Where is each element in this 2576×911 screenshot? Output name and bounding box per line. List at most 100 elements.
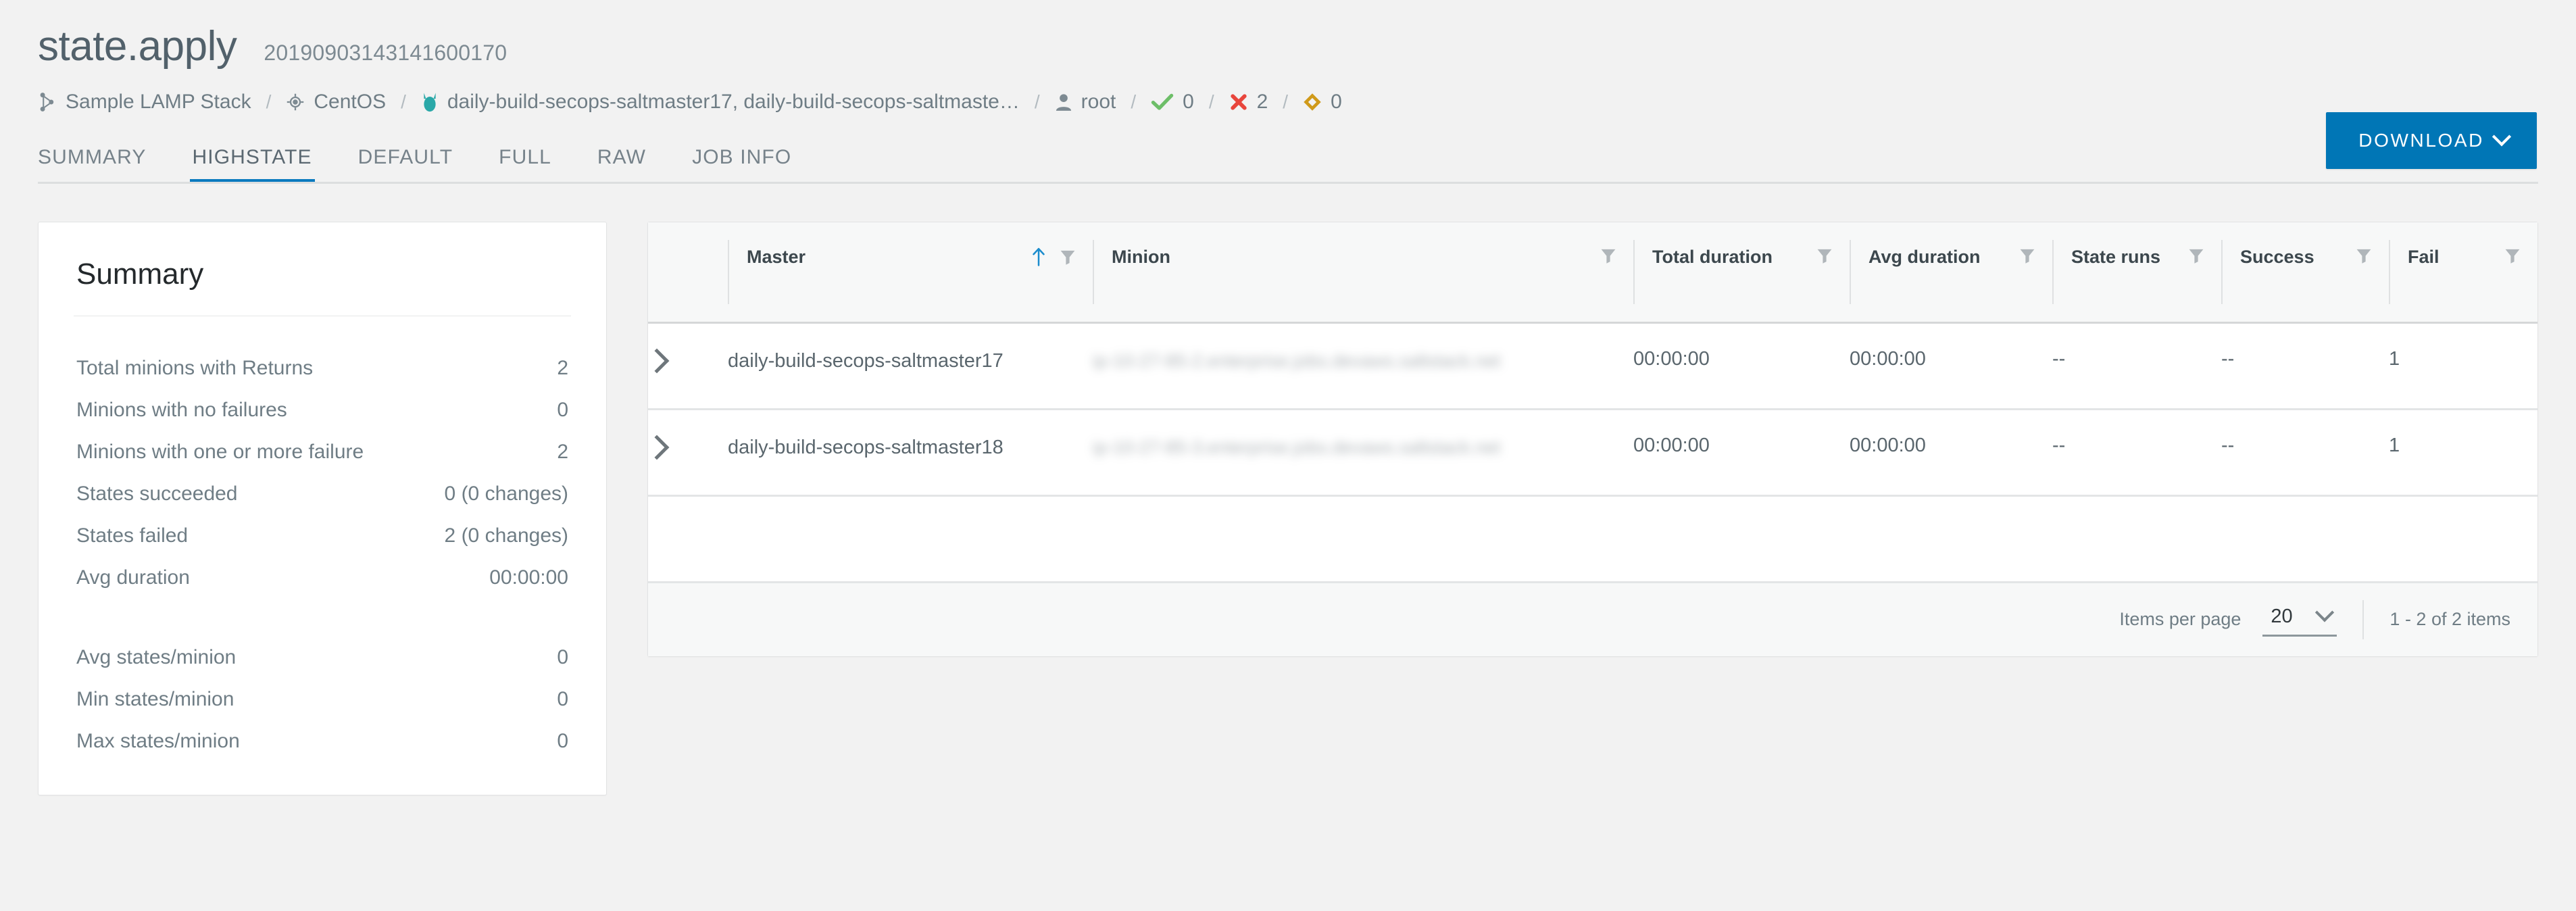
table-footer: Items per page 20 1 - 2 of 2 items xyxy=(648,583,2537,656)
content-area: Summary Total minions with Returns 2 Min… xyxy=(0,184,2576,795)
chevron-down-icon xyxy=(2315,603,2335,622)
column-header-success-label: Success xyxy=(2240,247,2314,267)
breadcrumb-separator: / xyxy=(1034,91,1040,112)
unchanged-count: 0 xyxy=(1331,91,1342,113)
column-header-total-duration-label: Total duration xyxy=(1652,247,1773,267)
filter-icon[interactable] xyxy=(1816,247,1833,269)
filter-icon[interactable] xyxy=(1059,248,1076,270)
target-icon xyxy=(286,93,305,112)
column-header-master[interactable]: Master xyxy=(728,222,1093,324)
page-title: state.apply xyxy=(38,23,237,70)
summary-row: Min states/minion 0 xyxy=(76,679,568,720)
breadcrumb-item-success: 0 xyxy=(1151,91,1194,114)
breadcrumb: Sample LAMP Stack / CentOS / daily-build… xyxy=(38,91,2576,114)
breadcrumb-item-user[interactable]: root xyxy=(1055,91,1116,114)
tab-job-info-label: JOB INFO xyxy=(692,146,792,168)
minions-table: Master Minion Total duration Avg duratio… xyxy=(644,222,2537,583)
cell-total-duration: 00:00:00 xyxy=(1633,322,1850,410)
tab-default[interactable]: DEFAULT xyxy=(358,146,453,184)
column-header-minion[interactable]: Minion xyxy=(1093,222,1633,324)
breadcrumb-label-minions: daily-build-secops-saltmaster17, daily-b… xyxy=(447,91,1020,113)
breadcrumb-separator: / xyxy=(401,91,406,112)
breadcrumb-separator: / xyxy=(1131,91,1137,112)
summary-value: 2 xyxy=(557,441,568,463)
breadcrumb-item-target[interactable]: CentOS xyxy=(286,91,386,114)
column-header-total-duration[interactable]: Total duration xyxy=(1633,222,1850,324)
x-icon xyxy=(1229,93,1248,112)
summary-value: 2 (0 changes) xyxy=(444,524,568,547)
cell-master: daily-build-secops-saltmaster18 xyxy=(728,409,1093,497)
summary-value: 2 xyxy=(557,357,568,379)
cell-success: -- xyxy=(2221,409,2389,497)
tab-bar: DOWNLOAD SUMMARY HIGHSTATE DEFAULT FULL … xyxy=(0,112,2576,184)
table-row[interactable]: daily-build-secops-saltmaster17 ip-10-27… xyxy=(644,322,2537,410)
failure-count: 2 xyxy=(1256,91,1268,113)
tab-full[interactable]: FULL xyxy=(499,146,551,184)
summary-value: 00:00:00 xyxy=(489,566,568,589)
tab-job-info[interactable]: JOB INFO xyxy=(692,146,791,184)
tabs: SUMMARY HIGHSTATE DEFAULT FULL RAW JOB I… xyxy=(38,146,2576,184)
table-body: daily-build-secops-saltmaster17 ip-10-27… xyxy=(644,322,2537,583)
column-header-fail[interactable]: Fail xyxy=(2389,222,2537,324)
filter-icon[interactable] xyxy=(2504,247,2521,269)
summary-label: Total minions with Returns xyxy=(76,357,314,379)
summary-value: 0 xyxy=(557,688,568,710)
breadcrumb-separator: / xyxy=(1283,91,1289,112)
tab-highstate[interactable]: HIGHSTATE xyxy=(189,146,315,184)
items-range-label: 1 - 2 of 2 items xyxy=(2389,609,2510,629)
sort-ascending-icon[interactable] xyxy=(1031,247,1047,272)
diamond-icon xyxy=(1303,93,1322,112)
filter-icon[interactable] xyxy=(2355,247,2373,269)
items-per-page-value: 20 xyxy=(2271,605,2293,627)
chevron-right-icon[interactable] xyxy=(644,435,670,460)
cell-state-runs: -- xyxy=(2052,322,2221,410)
filter-icon[interactable] xyxy=(1600,247,1617,269)
tab-raw[interactable]: RAW xyxy=(597,146,646,184)
column-header-state-runs-label: State runs xyxy=(2071,247,2161,267)
tab-highstate-label: HIGHSTATE xyxy=(192,146,312,168)
summary-label: Avg duration xyxy=(76,566,190,589)
summary-label: Min states/minion xyxy=(76,688,234,710)
summary-value: 0 xyxy=(557,646,568,668)
success-count: 0 xyxy=(1183,91,1194,113)
summary-label: Minions with one or more failure xyxy=(76,441,364,463)
summary-row: Minions with no failures 0 xyxy=(76,389,568,431)
chevron-down-icon xyxy=(2492,127,2512,147)
cell-fail: 1 xyxy=(2389,409,2537,497)
table-empty-row xyxy=(648,495,2537,583)
cell-fail: 1 xyxy=(2389,322,2537,410)
column-header-avg-duration-label: Avg duration xyxy=(1868,247,1981,267)
tab-raw-label: RAW xyxy=(597,146,647,168)
summary-row: Max states/minion 0 xyxy=(76,720,568,762)
expand-cell[interactable] xyxy=(644,409,728,497)
breadcrumb-label-user: root xyxy=(1081,91,1116,113)
cell-avg-duration: 00:00:00 xyxy=(1850,409,2052,497)
summary-row: States failed 2 (0 changes) xyxy=(76,515,568,557)
summary-label: States succeeded xyxy=(76,483,238,505)
breadcrumb-item-stack[interactable]: Sample LAMP Stack xyxy=(38,91,251,114)
tab-bar-divider xyxy=(38,182,2538,184)
filter-icon[interactable] xyxy=(2187,247,2205,269)
footer-divider xyxy=(2362,599,2364,639)
tab-summary[interactable]: SUMMARY xyxy=(38,146,147,184)
filter-icon[interactable] xyxy=(2018,247,2036,269)
column-header-avg-duration[interactable]: Avg duration xyxy=(1850,222,2052,324)
summary-label: States failed xyxy=(76,524,189,547)
column-header-expand xyxy=(648,222,728,324)
page-header: state.apply 20190903143141600170 Sample … xyxy=(0,0,2576,114)
chevron-right-icon[interactable] xyxy=(644,348,670,373)
summary-row: Total minions with Returns 2 xyxy=(76,347,568,389)
summary-label: Minions with no failures xyxy=(76,399,287,421)
column-header-state-runs[interactable]: State runs xyxy=(2052,222,2221,324)
summary-label: Max states/minion xyxy=(76,730,240,752)
items-per-page-select[interactable]: 20 xyxy=(2262,603,2337,637)
check-icon xyxy=(1151,93,1174,112)
expand-cell[interactable] xyxy=(644,322,728,410)
summary-row: Avg duration 00:00:00 xyxy=(76,557,568,599)
table-row[interactable]: daily-build-secops-saltmaster18 ip-10-27… xyxy=(644,409,2537,497)
title-row: state.apply 20190903143141600170 xyxy=(38,26,2576,68)
items-per-page-label: Items per page xyxy=(2119,609,2241,629)
cell-total-duration: 00:00:00 xyxy=(1633,409,1850,497)
breadcrumb-item-minions[interactable]: daily-build-secops-saltmaster17, daily-b… xyxy=(421,91,1020,114)
column-header-success[interactable]: Success xyxy=(2221,222,2389,324)
